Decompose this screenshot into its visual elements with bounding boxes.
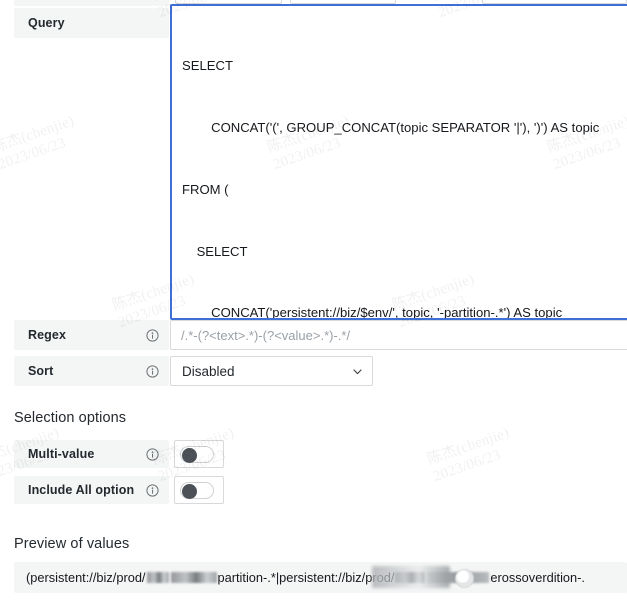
query-line: FROM ( <box>182 181 229 197</box>
query-line-text: CONCAT('persistent://biz/$env/', topic, … <box>211 305 563 320</box>
query-label: Query <box>14 8 169 38</box>
toggle-switch[interactable] <box>180 445 214 463</box>
preview-overlay-logo-icon <box>455 569 474 588</box>
variable-editor-panel: Query SELECT CONCAT('(', GROUP_CONCAT(to… <box>0 0 627 601</box>
info-circle-icon[interactable] <box>146 483 159 497</box>
info-circle-icon[interactable] <box>146 364 159 378</box>
regex-label: Regex <box>14 320 169 350</box>
include-all-row: Include All option <box>14 476 169 504</box>
regex-input-placeholder: /.*-(?<text>.*)-(?<value>.*)-.*/ <box>181 327 351 343</box>
regex-label-text: Regex <box>28 328 67 342</box>
preview-redaction-smudge <box>372 566 450 588</box>
include-all-toggle[interactable] <box>174 476 224 504</box>
query-line: CONCAT('(', GROUP_CONCAT(topic SEPARATOR… <box>182 118 627 139</box>
clipped-label-chip <box>14 0 169 6</box>
chevron-down-icon <box>351 365 363 377</box>
query-label-text: Query <box>28 16 65 30</box>
selection-options-title: Selection options <box>14 410 127 426</box>
multi-value-toggle[interactable] <box>174 440 224 468</box>
preview-value-text: (persistent://biz/prod/partition-.*|pers… <box>26 570 585 585</box>
multi-value-label: Multi-value <box>14 440 169 468</box>
preview-of-values-box: (persistent://biz/prod/partition-.*|pers… <box>14 562 627 593</box>
query-line-text: SELECT <box>196 243 248 259</box>
sort-select[interactable]: Disabled <box>170 356 373 386</box>
info-circle-icon[interactable] <box>146 328 159 342</box>
query-line: SELECT <box>182 242 627 263</box>
watermark-line2: 2023/06/23 <box>431 447 504 486</box>
toggle-knob <box>182 483 197 499</box>
sort-field-row: Sort <box>14 356 169 386</box>
preview-mid: partition-.*|persistent://biz/prod/ <box>217 570 395 585</box>
toggle-knob <box>182 447 197 463</box>
preview-of-values-title: Preview of values <box>14 536 130 552</box>
sort-selected-value: Disabled <box>182 363 235 379</box>
info-circle-icon[interactable] <box>146 447 159 461</box>
sort-label-text: Sort <box>28 364 54 378</box>
multi-value-label-text: Multi-value <box>28 447 95 461</box>
watermark-line1: 陈杰(chenjie) <box>425 425 512 469</box>
query-line: CONCAT('persistent://biz/$env/', topic, … <box>182 303 627 320</box>
query-textarea[interactable]: SELECT CONCAT('(', GROUP_CONCAT(topic SE… <box>170 4 627 320</box>
watermark-line1: 陈杰(chenjie) <box>0 113 77 157</box>
multi-value-row: Multi-value <box>14 440 169 468</box>
watermark-line2: 2023/06/23 <box>0 135 69 174</box>
query-line: SELECT <box>182 58 233 74</box>
regex-field-row: Regex <box>14 320 169 350</box>
query-field-row: Query <box>14 8 169 38</box>
preview-prefix: (persistent://biz/prod/ <box>26 570 146 585</box>
query-line-text: CONCAT('(', GROUP_CONCAT(topic SEPARATOR… <box>211 119 600 135</box>
regex-input[interactable]: /.*-(?<text>.*)-(?<value>.*)-.*/ <box>170 320 627 350</box>
redaction-block <box>146 572 169 583</box>
redaction-block <box>170 572 217 583</box>
query-code: SELECT CONCAT('(', GROUP_CONCAT(topic SE… <box>172 6 627 320</box>
preview-suffix: erossoverdition-. <box>490 570 585 585</box>
include-all-label-text: Include All option <box>28 483 135 497</box>
sort-label: Sort <box>14 356 169 386</box>
toggle-switch[interactable] <box>180 481 214 499</box>
include-all-label: Include All option <box>14 476 169 504</box>
